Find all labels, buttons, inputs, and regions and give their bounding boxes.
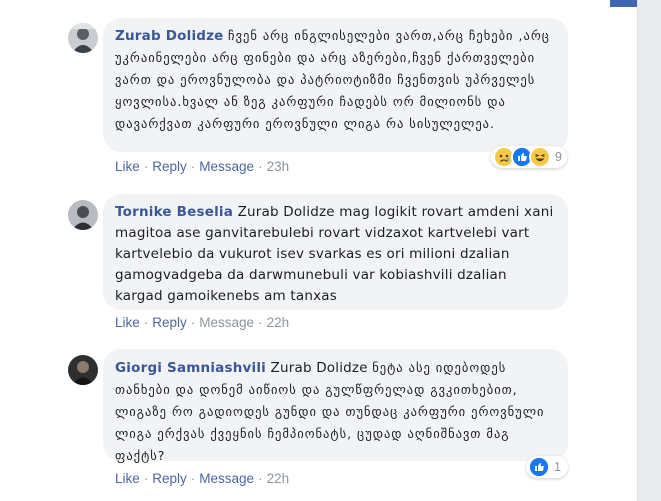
like-icon [528,456,550,478]
like-link[interactable]: Like [115,159,140,174]
haha-icon [529,146,551,168]
comment-actions: Like · Reply · Message · 22h [115,471,290,486]
comment-author[interactable]: Tornike Beselia [115,204,233,220]
reply-mention[interactable]: Zurab Dolidze [271,360,368,376]
like-link[interactable]: Like [115,471,140,486]
comment-timestamp[interactable]: 22h [267,315,290,330]
reply-link[interactable]: Reply [152,471,187,486]
page-background-right [638,0,661,501]
comment-author[interactable]: Giorgi Samniashvili [115,360,266,376]
reply-link[interactable]: Reply [152,159,187,174]
reactions-summary[interactable]: 1 [526,456,568,478]
like-link[interactable]: Like [115,315,140,330]
message-link[interactable]: Message [199,159,254,174]
comment-timestamp[interactable]: 23h [267,159,290,174]
avatar[interactable] [68,200,98,230]
message-link[interactable]: Message [199,315,254,330]
avatar[interactable] [68,23,98,53]
reaction-count: 9 [555,150,562,164]
reactions-summary[interactable]: 9 [491,146,567,168]
comments-page: Zurab Dolidze ჩვენ არც ინგლისელები ვართ,… [0,0,661,501]
comment-bubble: Zurab Dolidze ჩვენ არც ინგლისელები ვართ,… [103,18,568,152]
reply-link[interactable]: Reply [152,315,187,330]
comment-actions: Like · Reply · Message · 22h [115,315,290,330]
comment-bubble: Giorgi Samniashvili Zurab Dolidze ნეტა ა… [103,349,568,463]
reply-mention[interactable]: Zurab Dolidze [238,204,335,220]
comment-author[interactable]: Zurab Dolidze [115,28,224,44]
avatar[interactable] [68,355,98,385]
comment-bubble: Tornike Beselia Zurab Dolidze mag logiki… [103,194,568,310]
comment-timestamp[interactable]: 22h [267,471,290,486]
message-link[interactable]: Message [199,471,254,486]
comment-actions: Like · Reply · Message · 23h [115,159,290,174]
reaction-count: 1 [554,460,561,474]
top-bar [0,0,661,8]
